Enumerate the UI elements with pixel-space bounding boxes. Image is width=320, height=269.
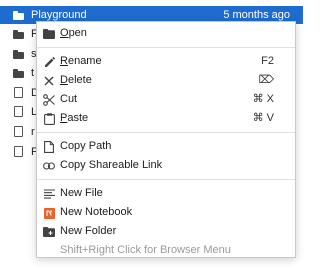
file-icon xyxy=(14,106,23,117)
menu-item-rename[interactable]: Rename F2 xyxy=(37,52,295,71)
file-icon xyxy=(14,126,23,137)
scissors-icon xyxy=(43,94,55,106)
file-name: t xyxy=(31,67,35,79)
menu-item-label: pen xyxy=(68,27,87,39)
file-name: Playground xyxy=(31,9,87,21)
folder-icon xyxy=(13,30,24,39)
folder-icon xyxy=(13,69,24,78)
menu-shortcut: ⌘ X xyxy=(252,93,274,105)
menu-item-label: ename xyxy=(67,55,102,67)
menu-item-label: New Notebook xyxy=(60,206,133,218)
clipboard-icon xyxy=(43,113,55,125)
menu-item-label: elete xyxy=(67,74,92,86)
pencil-icon xyxy=(43,56,55,68)
link-icon xyxy=(43,160,55,172)
menu-item-label: aste xyxy=(67,112,89,124)
menu-hint-text: Shift+Right Click for Browser Menu xyxy=(60,244,231,256)
folder-icon xyxy=(13,50,24,59)
menu-item-label: Copy Shareable Link xyxy=(60,159,163,171)
menu-shortcut: ⌦ xyxy=(258,74,274,86)
menu-item-copy-path[interactable]: Copy Path xyxy=(37,137,295,156)
folder-icon xyxy=(43,28,55,40)
notebook-icon xyxy=(43,207,55,219)
folder-icon xyxy=(13,11,24,20)
menu-item-open[interactable]: Open xyxy=(37,24,295,43)
file-icon xyxy=(14,146,23,157)
text-lines-icon xyxy=(43,188,55,200)
menu-shortcut: F2 xyxy=(261,55,274,67)
menu-separator xyxy=(37,179,295,180)
menu-shortcut: ⌘ V xyxy=(252,112,274,124)
context-menu: Open Rename F2 Delete ⌦ Cut ⌘ X Paste ⌘ … xyxy=(36,21,296,258)
menu-mnemonic: O xyxy=(60,27,69,39)
file-icon xyxy=(14,87,23,98)
close-icon xyxy=(43,75,55,87)
menu-item-label: Cut xyxy=(60,93,78,105)
menu-item-new-notebook[interactable]: New Notebook xyxy=(37,203,295,222)
menu-mnemonic: D xyxy=(60,74,68,86)
menu-item-new-file[interactable]: New File xyxy=(37,184,295,203)
menu-item-delete[interactable]: Delete ⌦ xyxy=(37,71,295,90)
file-name: r xyxy=(31,126,35,138)
menu-mnemonic: R xyxy=(60,55,68,67)
new-folder-icon xyxy=(43,226,55,238)
menu-item-cut[interactable]: Cut ⌘ X xyxy=(37,90,295,109)
menu-hint: Shift+Right Click for Browser Menu xyxy=(37,241,295,260)
menu-item-paste[interactable]: Paste ⌘ V xyxy=(37,109,295,128)
menu-separator xyxy=(37,47,295,48)
menu-item-copy-link[interactable]: Copy Shareable Link xyxy=(37,156,295,175)
menu-separator xyxy=(37,132,295,133)
menu-item-new-folder[interactable]: New Folder xyxy=(37,222,295,241)
menu-item-label: Copy Path xyxy=(60,140,112,152)
file-modified: 5 months ago xyxy=(223,9,290,21)
menu-item-label: New File xyxy=(60,187,103,199)
menu-item-label: New Folder xyxy=(60,225,117,237)
file-icon xyxy=(43,141,55,153)
